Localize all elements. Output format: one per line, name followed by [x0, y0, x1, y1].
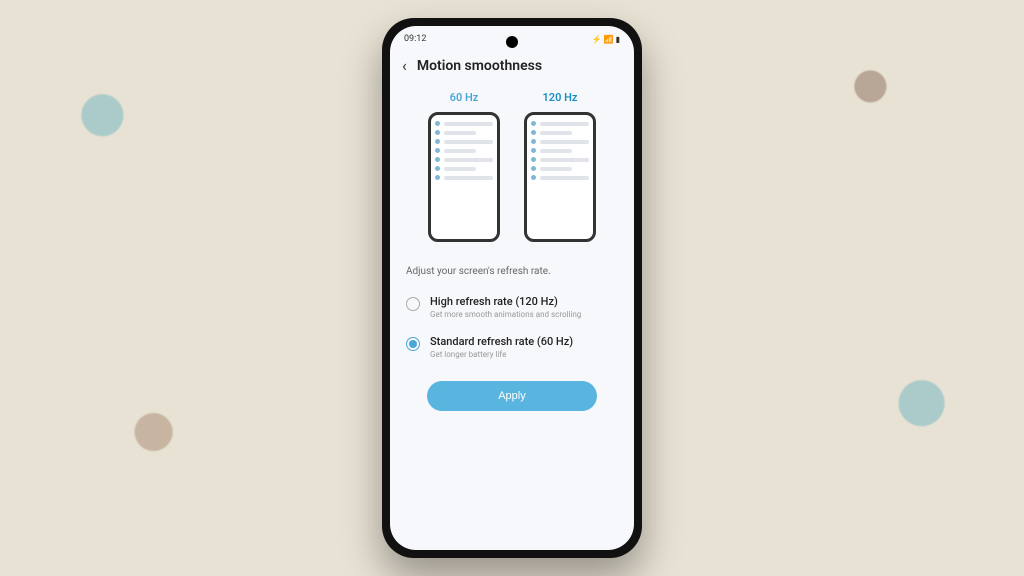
option-standard-title: Standard refresh rate (60 Hz): [430, 335, 618, 348]
section-description: Adjust your screen's refresh rate.: [390, 258, 634, 287]
preview-60hz-label: 60 Hz: [450, 91, 479, 104]
preview-60hz[interactable]: 60 Hz: [428, 91, 500, 242]
option-high-refresh[interactable]: High refresh rate (120 Hz) Get more smoo…: [390, 287, 634, 327]
radio-standard-icon[interactable]: [406, 337, 420, 351]
option-high-text: High refresh rate (120 Hz) Get more smoo…: [430, 295, 618, 319]
option-standard-sub: Get longer battery life: [430, 350, 618, 359]
status-time: 09:12: [404, 34, 426, 44]
page-title: Motion smoothness: [417, 58, 542, 74]
preview-120hz-thumbnail: [524, 112, 596, 242]
option-high-sub: Get more smooth animations and scrolling: [430, 310, 618, 319]
phone-screen: 09:12 ⚡ 📶 ▮ ‹ Motion smoothness 60 Hz: [390, 26, 634, 550]
back-icon[interactable]: ‹: [402, 56, 407, 75]
preview-120hz[interactable]: 120 Hz: [524, 91, 596, 242]
preview-60hz-thumbnail: [428, 112, 500, 242]
status-icons: ⚡ 📶 ▮: [592, 35, 620, 44]
page-header: ‹ Motion smoothness: [390, 48, 634, 91]
option-high-title: High refresh rate (120 Hz): [430, 295, 618, 308]
apply-button[interactable]: Apply: [427, 381, 598, 411]
option-standard-refresh[interactable]: Standard refresh rate (60 Hz) Get longer…: [390, 327, 634, 367]
option-standard-text: Standard refresh rate (60 Hz) Get longer…: [430, 335, 618, 359]
preview-120hz-label: 120 Hz: [543, 91, 578, 104]
phone-frame: 09:12 ⚡ 📶 ▮ ‹ Motion smoothness 60 Hz: [382, 18, 642, 558]
preview-row: 60 Hz 120 Hz: [390, 91, 634, 258]
camera-hole: [506, 36, 518, 48]
radio-high-icon[interactable]: [406, 297, 420, 311]
